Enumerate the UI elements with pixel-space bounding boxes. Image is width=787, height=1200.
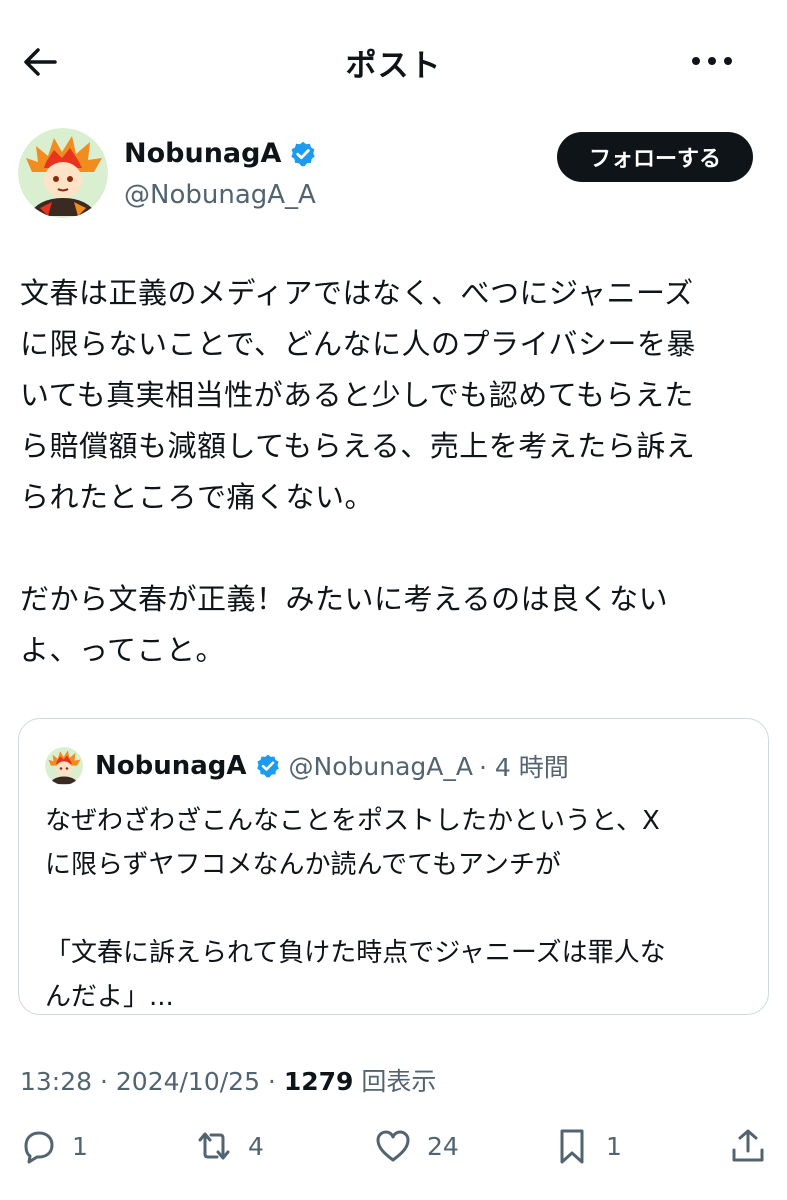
bookmark-button[interactable]: 1 — [552, 1126, 622, 1166]
repost-icon — [198, 1132, 230, 1160]
follow-button[interactable]: フォローする — [557, 132, 753, 182]
quoted-post[interactable]: NobunagA @NobunagA_A · 4 時間 なぜわざわざこんなことを… — [18, 718, 769, 1015]
author-handle[interactable]: @NobunagA_A — [124, 180, 316, 210]
author-name[interactable]: NobunagA — [124, 138, 281, 169]
top-bar: ポスト — [0, 0, 787, 122]
quoted-post-header: NobunagA @NobunagA_A · 4 時間 — [45, 747, 569, 785]
like-count: 24 — [427, 1131, 459, 1161]
post-meta: 13:28 · 2024/10/25 · 1279 回表示 — [20, 1062, 436, 1098]
quoted-author-handle: @NobunagA_A — [288, 751, 473, 781]
view-count-label: 回表示 — [353, 1067, 437, 1096]
quoted-post-time: · 4 時間 — [478, 753, 569, 782]
quoted-avatar — [45, 747, 83, 785]
verified-icon — [256, 754, 279, 778]
bookmark-icon — [560, 1129, 584, 1164]
post-timestamp[interactable]: 13:28 · 2024/10/25 · — [20, 1067, 284, 1096]
share-button[interactable] — [728, 1126, 768, 1166]
quoted-post-text: なぜわざわざこんなことをポストしたかというと、X に限らずヤフコメなんか読んでて… — [45, 806, 666, 1012]
post-author: NobunagA @NobunagA_A フォローする — [18, 128, 768, 223]
reply-icon — [24, 1131, 54, 1164]
repost-count: 4 — [248, 1131, 264, 1161]
reply-button[interactable]: 1 — [18, 1126, 88, 1166]
post-text: 文春は正義のメディアではなく、べつにジャニーズ に限らないことで、どんなに人のプ… — [20, 276, 696, 667]
share-icon — [732, 1129, 764, 1162]
page-title: ポスト — [345, 48, 442, 84]
view-count: 1279 — [283, 1067, 354, 1096]
author-name-row[interactable]: NobunagA — [124, 138, 317, 169]
repost-button[interactable]: 4 — [194, 1126, 264, 1166]
reply-count: 1 — [72, 1131, 88, 1161]
more-icon[interactable] — [690, 50, 734, 72]
quoted-author-name: NobunagA — [95, 751, 247, 781]
action-bar: 1 4 24 1 — [0, 1120, 787, 1180]
verified-icon — [291, 141, 316, 166]
bookmark-count: 1 — [606, 1131, 622, 1161]
avatar[interactable] — [18, 128, 108, 218]
like-button[interactable]: 24 — [373, 1126, 459, 1166]
like-icon — [376, 1130, 410, 1162]
